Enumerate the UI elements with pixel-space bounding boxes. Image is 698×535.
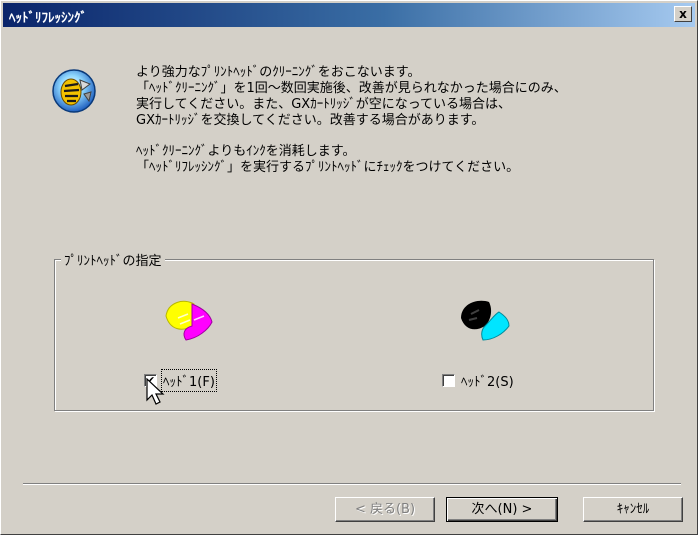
printer-head-cleaning-icon	[52, 69, 96, 113]
message-line-1: より強力なﾌﾟﾘﾝﾄﾍｯﾄﾞのｸﾘｰﾆﾝｸﾞをおこないます。	[136, 65, 421, 80]
mouse-pointer-icon	[146, 378, 165, 405]
message-line-6: 「ﾍｯﾄﾞﾘﾌﾚｯｼﾝｸﾞ」を実行するﾌﾟﾘﾝﾄﾍｯﾄﾞにﾁｪｯｸをつけてくださ…	[136, 160, 520, 175]
cancel-button[interactable]: ｷｬﾝｾﾙ	[583, 497, 683, 522]
message-line-2: 「ﾍｯﾄﾞｸﾘｰﾆﾝｸﾞ」を1回～数回実施後、改善が見られなかった場合にのみ、	[136, 81, 567, 96]
message-line-5: ﾍｯﾄﾞｸﾘｰﾆﾝｸﾞよりもｲﾝｸを消耗します。	[136, 144, 356, 159]
head1-label[interactable]: ﾍｯﾄﾞ1(F)	[161, 369, 217, 392]
close-button[interactable]: x	[674, 6, 692, 22]
window-title: ﾍｯﾄﾞﾘﾌﾚｯｼﾝｸﾞ	[9, 11, 87, 26]
printhead-group-label: ﾌﾟﾘﾝﾄﾍｯﾄﾞの指定	[61, 250, 165, 269]
footer-separator	[23, 483, 681, 485]
head2-cartridge-icon	[461, 300, 510, 341]
head-refreshing-dialog: ﾍｯﾄﾞﾘﾌﾚｯｼﾝｸﾞ x より強力なﾌﾟﾘﾝﾄﾍｯﾄﾞのｸﾘｰﾆﾝｸﾞをおこ…	[0, 0, 698, 535]
message-line-4: GXｶｰﾄﾘｯｼﾞを交換してください。改善する場合があります。	[136, 113, 485, 128]
head1-cartridge-icon	[165, 300, 213, 341]
head2-label[interactable]: ﾍｯﾄﾞ2(S)	[461, 371, 514, 390]
back-button[interactable]: < 戻る(B)	[335, 497, 435, 522]
message-line-3: 実行してください。また、GXｶｰﾄﾘｯｼﾞが空になっている場合は、	[136, 97, 512, 112]
head2-checkbox[interactable]	[442, 374, 455, 387]
next-button[interactable]: 次へ(N) >	[446, 497, 558, 522]
title-bar[interactable]: ﾍｯﾄﾞﾘﾌﾚｯｼﾝｸﾞ x	[3, 3, 695, 27]
head2-option[interactable]: ﾍｯﾄﾞ2(S)	[442, 371, 514, 390]
